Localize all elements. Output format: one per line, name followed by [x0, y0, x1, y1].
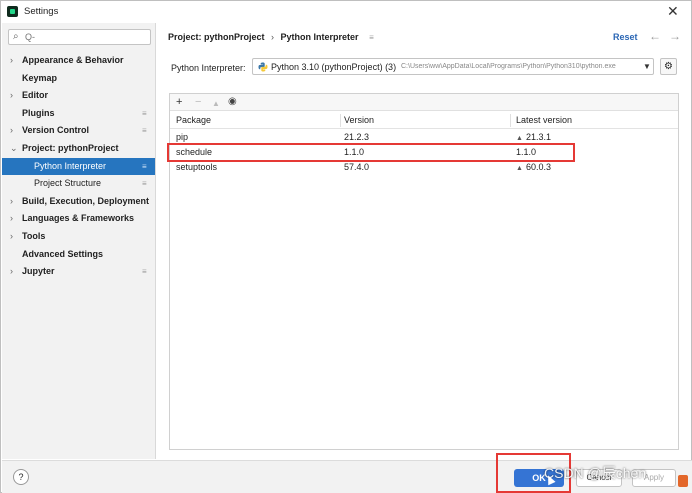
package-table: + − ▲ ◉ Package Version Latest version p…: [169, 93, 679, 450]
sidebar-item-version-control[interactable]: › Version Control ≡: [2, 122, 155, 139]
gear-icon[interactable]: ⚙: [660, 58, 677, 75]
upgrade-available-icon: ▲: [516, 165, 523, 172]
close-icon[interactable]: ✕: [667, 3, 679, 20]
package-table-header: Package Version Latest version: [170, 112, 678, 129]
upgrade-icon[interactable]: ▲: [212, 97, 220, 111]
pin-icon: ≡: [142, 267, 147, 277]
add-icon[interactable]: +: [176, 95, 182, 109]
sidebar-item-label: Appearance & Behavior: [22, 55, 124, 65]
pin-icon: ≡: [142, 179, 147, 189]
breadcrumb-page: Python Interpreter: [280, 32, 359, 42]
sidebar-item-label: Tools: [22, 231, 46, 241]
pin-icon: ≡: [369, 33, 374, 42]
package-name-cell: pip: [176, 132, 189, 142]
chevron-down-icon: ▼: [643, 62, 651, 71]
sidebar-item-label: Jupyter: [22, 266, 55, 277]
breadcrumb: Project: pythonProject › Python Interpre…: [168, 32, 378, 42]
pycharm-logo-icon: [7, 6, 18, 17]
package-latest-cell: 1.1.0: [516, 145, 676, 160]
interpreter-dropdown[interactable]: Python 3.10 (pythonProject) (3) C:\Users…: [252, 58, 654, 75]
sidebar-item-advanced-settings[interactable]: Advanced Settings: [2, 246, 155, 263]
sidebar-item-label: Keymap: [22, 72, 58, 83]
sidebar-item-label: Plugins: [22, 107, 55, 118]
chevron-right-icon[interactable]: ›: [10, 228, 13, 245]
brand-logo-icon: [678, 475, 688, 487]
package-toolbar: + − ▲ ◉: [170, 94, 678, 111]
sidebar-item-project-structure[interactable]: Project Structure ≡: [2, 175, 155, 192]
settings-sidebar: ⌕ › Appearance & Behavior Keymap › Editor Plu…: [2, 23, 156, 459]
sidebar-item-project[interactable]: ⌄ Project: pythonProject: [2, 140, 155, 157]
breadcrumb-separator-icon: ›: [271, 32, 275, 42]
interpreter-name: Python 3.10 (pythonProject) (3): [271, 62, 397, 72]
dialog-footer: ? OK Cancel Apply: [2, 460, 692, 493]
pin-icon: ≡: [142, 126, 147, 136]
settings-search-field[interactable]: ⌕: [8, 29, 151, 45]
sidebar-item-label: Project Structure: [34, 178, 102, 189]
window-title: Settings: [24, 6, 59, 17]
upgrade-available-icon: ▲: [516, 135, 523, 142]
column-header-latest-version[interactable]: Latest version: [516, 112, 676, 129]
forward-arrow-icon[interactable]: →: [669, 29, 681, 43]
chevron-right-icon[interactable]: ›: [10, 87, 13, 104]
sidebar-item-label: Python Interpreter: [34, 160, 107, 171]
package-name-cell: setuptools: [176, 162, 218, 172]
sidebar-item-build-execution-deployment[interactable]: › Build, Execution, Deployment: [2, 193, 155, 210]
reset-link[interactable]: Reset: [613, 32, 638, 42]
search-icon: ⌕: [13, 31, 19, 42]
package-latest-cell: ▲ 21.3.1: [516, 130, 676, 145]
sidebar-item-label: Languages & Frameworks: [22, 213, 135, 224]
help-button[interactable]: ?: [13, 469, 29, 485]
sidebar-item-label: Advanced Settings: [22, 248, 104, 259]
column-header-package[interactable]: Package: [176, 112, 340, 129]
search-input[interactable]: [25, 31, 147, 43]
package-version-cell: 1.1.0: [344, 147, 365, 157]
breadcrumb-project[interactable]: Project: pythonProject: [168, 32, 265, 42]
chevron-right-icon[interactable]: ›: [10, 122, 13, 139]
pin-icon: ≡: [142, 108, 147, 118]
package-latest-cell: ▲ 60.0.3: [516, 160, 676, 175]
table-row[interactable]: setuptools 57.4.0 ▲ 60.0.3: [170, 160, 678, 175]
latest-version-text: 21.3.1: [525, 132, 551, 142]
interpreter-path: C:\Users\ww\AppData\Local\Programs\Pytho…: [401, 63, 616, 70]
sidebar-item-jupyter[interactable]: › Jupyter ≡: [2, 263, 155, 280]
package-name-cell: schedule: [176, 147, 213, 157]
chevron-right-icon[interactable]: ›: [10, 52, 13, 69]
chevron-right-icon[interactable]: ›: [10, 263, 13, 280]
column-divider: [510, 114, 511, 127]
sidebar-item-plugins[interactable]: Plugins ≡: [2, 105, 155, 122]
package-version-cell: 21.2.3: [344, 132, 370, 142]
sidebar-item-label: Version Control: [22, 125, 90, 136]
sidebar-item-appearance-behavior[interactable]: › Appearance & Behavior: [2, 52, 155, 69]
sidebar-item-label: Project: pythonProject: [22, 143, 119, 153]
sidebar-item-languages-frameworks[interactable]: › Languages & Frameworks: [2, 210, 155, 227]
apply-button[interactable]: Apply: [632, 469, 676, 487]
remove-icon[interactable]: −: [195, 95, 201, 109]
table-row[interactable]: schedule 1.1.0 1.1.0: [170, 145, 678, 160]
column-header-version[interactable]: Version: [344, 112, 510, 129]
sidebar-item-keymap[interactable]: Keymap: [2, 70, 155, 87]
chevron-down-icon[interactable]: ⌄: [10, 140, 18, 157]
settings-window: Settings ✕ ⌕ › Appearance & Behavior Keyma…: [0, 0, 692, 493]
sidebar-item-tools[interactable]: › Tools: [2, 228, 155, 245]
column-divider: [340, 114, 341, 127]
title-bar: Settings ✕: [1, 1, 691, 22]
sidebar-item-python-interpreter[interactable]: Python Interpreter ≡: [2, 157, 155, 175]
chevron-right-icon[interactable]: ›: [10, 193, 13, 210]
interpreter-label: Python Interpreter:: [171, 63, 246, 73]
table-row[interactable]: pip 21.2.3 ▲ 21.3.1: [170, 130, 678, 145]
sidebar-item-editor[interactable]: › Editor: [2, 87, 155, 104]
python-icon: [258, 62, 268, 72]
sidebar-item-label: Build, Execution, Deployment: [22, 195, 150, 206]
chevron-right-icon[interactable]: ›: [10, 210, 13, 227]
ok-button[interactable]: OK: [514, 469, 564, 487]
pin-icon: ≡: [142, 161, 147, 171]
package-version-cell: 57.4.0: [344, 162, 370, 172]
cancel-button[interactable]: Cancel: [576, 469, 622, 487]
latest-version-text: 1.1.0: [516, 147, 537, 157]
latest-version-text: 60.0.3: [525, 162, 551, 172]
back-arrow-icon[interactable]: ←: [649, 29, 661, 43]
sidebar-item-label: Editor: [22, 90, 48, 101]
eye-icon[interactable]: ◉: [228, 95, 237, 109]
